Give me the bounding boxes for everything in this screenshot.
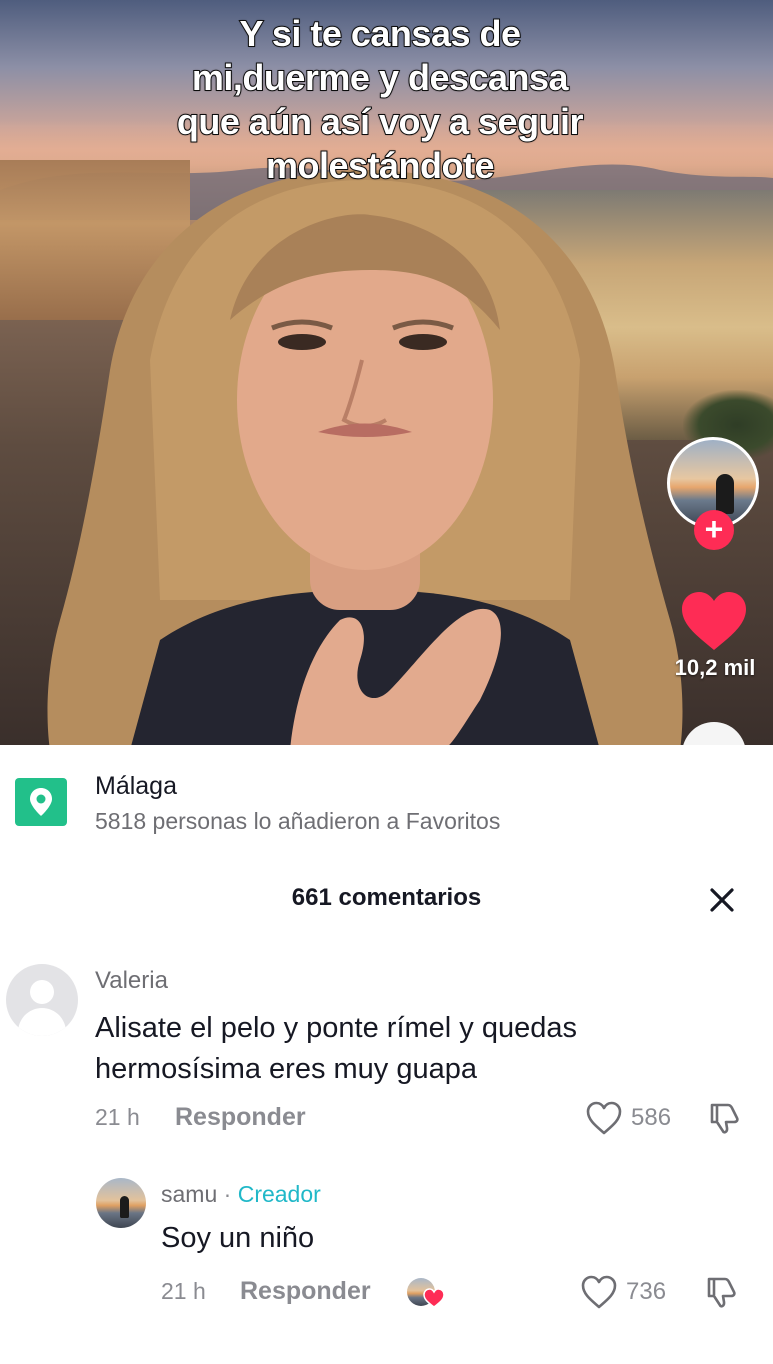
avatar[interactable] bbox=[96, 1178, 146, 1228]
comment-like-count: 586 bbox=[631, 1104, 672, 1131]
default-avatar-head bbox=[30, 980, 54, 1004]
reply-button[interactable]: Responder bbox=[240, 1277, 371, 1306]
heart-outline-icon[interactable] bbox=[585, 1100, 623, 1136]
video-player[interactable]: Y si te cansas de mi,duerme y descansa q… bbox=[0, 0, 773, 745]
dislike-icon[interactable] bbox=[703, 1274, 739, 1310]
comment-like-count: 736 bbox=[626, 1278, 667, 1305]
comment-timestamp: 21 h bbox=[95, 1104, 140, 1130]
video-likes-count: 10,2 mil bbox=[674, 655, 756, 680]
video-caption: Y si te cansas de mi,duerme y descansa q… bbox=[120, 12, 640, 188]
location-name[interactable]: Málaga bbox=[95, 772, 177, 801]
caption-line: molestándote bbox=[265, 144, 496, 187]
close-icon[interactable] bbox=[706, 884, 738, 916]
comment-timestamp: 21 h bbox=[161, 1278, 206, 1304]
avatar[interactable] bbox=[6, 964, 78, 1036]
heart-outline-icon[interactable] bbox=[580, 1274, 618, 1310]
dislike-icon[interactable] bbox=[706, 1100, 742, 1136]
silhouette-figure bbox=[120, 1196, 129, 1218]
reply-button[interactable]: Responder bbox=[175, 1103, 306, 1132]
caption-line: que aún así voy a seguir bbox=[176, 100, 585, 143]
username-text[interactable]: samu bbox=[161, 1181, 217, 1207]
location-pin-icon[interactable] bbox=[15, 778, 67, 826]
separator: · bbox=[223, 1181, 232, 1207]
small-heart-icon bbox=[423, 1288, 445, 1308]
comments-count-title: 661 comentarios bbox=[291, 884, 482, 911]
location-favorites-count: 5818 personas lo añadieron a Favoritos bbox=[95, 808, 501, 834]
comment-username[interactable]: Valeria bbox=[95, 967, 168, 995]
creator-badge: Creador bbox=[237, 1181, 321, 1207]
caption-line: Y si te cansas de bbox=[238, 12, 522, 55]
comment-text[interactable]: Alisate el pelo y ponte rímel y quedas h… bbox=[95, 1008, 695, 1090]
like-heart-icon[interactable] bbox=[680, 590, 748, 652]
default-avatar-body bbox=[18, 1008, 66, 1036]
comment-username[interactable]: samu · Creador bbox=[161, 1181, 321, 1208]
person-in-video bbox=[47, 170, 683, 745]
comment-button[interactable] bbox=[682, 722, 746, 745]
comment-text[interactable]: Soy un niño bbox=[161, 1222, 314, 1255]
creator-liked-indicator bbox=[407, 1276, 447, 1310]
silhouette-figure bbox=[716, 474, 734, 514]
caption-line: mi,duerme y descansa bbox=[191, 56, 570, 99]
follow-button[interactable]: + bbox=[694, 510, 734, 550]
